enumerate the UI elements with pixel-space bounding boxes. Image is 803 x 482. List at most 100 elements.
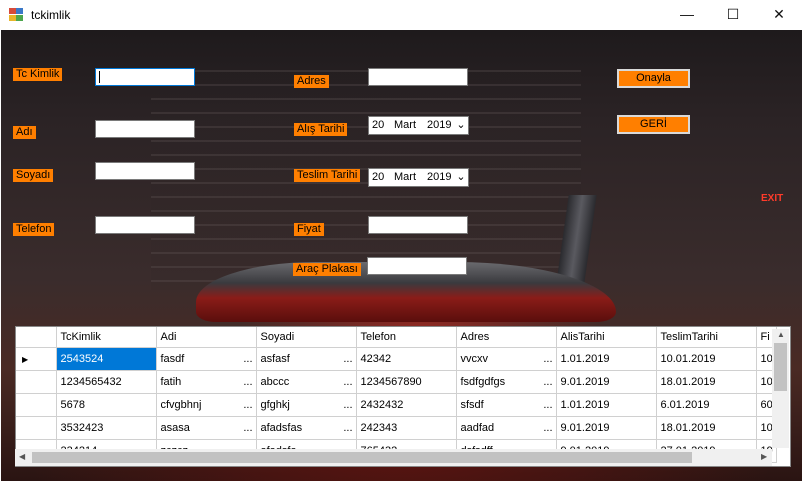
table-cell[interactable]: 2543524 (56, 347, 157, 371)
cell-ellipsis: ... (343, 422, 353, 434)
row-selector[interactable]: ▶ (16, 347, 57, 371)
table-cell[interactable]: 242343 (356, 416, 457, 440)
onayla-button[interactable]: Onayla (617, 69, 690, 88)
table-cell[interactable]: afadsfas... (256, 416, 357, 440)
soyadi-label: Soyadı (13, 169, 54, 182)
table-row[interactable]: ▶ 2543524 fasdf... asfasf... 42342 vvcxv… (16, 347, 777, 371)
vertical-scroll-thumb[interactable] (774, 343, 787, 391)
cell-ellipsis: ... (543, 376, 553, 388)
table-row[interactable]: 1234565432 fatih... abccc... 1234567890 … (16, 370, 777, 394)
table-cell[interactable]: cfvgbhnj... (156, 393, 257, 417)
horizontal-scroll-thumb[interactable] (32, 452, 692, 463)
telefon-input[interactable] (95, 216, 195, 234)
telefon-label: Telefon (13, 223, 55, 236)
row-selector[interactable] (16, 370, 57, 394)
alis-tarihi-picker[interactable]: 20 Mart 2019 ⌄ (368, 116, 469, 135)
chevron-down-icon[interactable]: ⌄ (454, 169, 468, 186)
adres-input[interactable] (368, 68, 468, 86)
table-cell[interactable]: 10.01.2019 (656, 347, 757, 371)
table-cell[interactable]: 1.01.2019 (556, 347, 657, 371)
data-grid[interactable]: TcKimlik Adi Soyadi Telefon Adres AlisTa… (15, 326, 791, 467)
cell-ellipsis: ... (343, 399, 353, 411)
table-cell[interactable]: 1234567890 (356, 370, 457, 394)
table-cell[interactable]: 2432432 (356, 393, 457, 417)
table-cell[interactable]: 1.01.2019 (556, 393, 657, 417)
close-button[interactable]: ✕ (756, 0, 802, 30)
row-selector[interactable] (16, 393, 57, 417)
table-cell[interactable]: 42342 (356, 347, 457, 371)
title-bar: tckimlik — ☐ ✕ (0, 0, 803, 30)
cell-ellipsis: ... (243, 422, 253, 434)
table-cell[interactable]: asasa... (156, 416, 257, 440)
fiyat-input[interactable] (368, 216, 468, 234)
table-cell[interactable]: 18.01.2019 (656, 416, 757, 440)
column-header-telefon[interactable]: Telefon (356, 327, 457, 348)
column-header-alistarihi[interactable]: AlisTarihi (556, 327, 657, 348)
teslim-tarihi-picker[interactable]: 20 Mart 2019 ⌄ (368, 168, 469, 187)
adi-input[interactable] (95, 120, 195, 138)
scroll-right-icon[interactable]: ▶ (761, 452, 767, 461)
cell-ellipsis: ... (343, 376, 353, 388)
maximize-button[interactable]: ☐ (710, 0, 756, 30)
table-cell[interactable]: 9.01.2019 (556, 416, 657, 440)
table-row[interactable]: 5678 cfvgbhnj... gfghkj... 2432432 sfsdf… (16, 393, 777, 417)
geri-button[interactable]: GERİ (617, 115, 690, 134)
grid-corner[interactable] (16, 327, 57, 348)
cell-text: afadsfas (260, 422, 303, 434)
table-cell[interactable]: fasdf... (156, 347, 257, 371)
table-cell[interactable]: sfsdf... (456, 393, 557, 417)
table-cell[interactable]: 5678 (56, 393, 157, 417)
tc-kimlik-label: Tc Kimlik (13, 68, 63, 81)
table-row[interactable]: 3532423 asasa... afadsfas... 242343 aadf… (16, 416, 777, 440)
table-cell[interactable]: 18.01.2019 (656, 370, 757, 394)
app-icon (9, 8, 23, 21)
teslim-day: 20 (372, 171, 385, 183)
table-cell[interactable]: 3532423 (56, 416, 157, 440)
arac-plakasi-input[interactable] (367, 257, 467, 275)
arac-plakasi-label: Araç Plakası (293, 263, 361, 276)
grid-header-row: TcKimlik Adi Soyadi Telefon Adres AlisTa… (16, 327, 777, 348)
table-cell[interactable]: fsdfgdfgs... (456, 370, 557, 394)
table-cell[interactable]: 6.01.2019 (656, 393, 757, 417)
exit-sign: EXIT (761, 193, 784, 204)
text-caret (99, 71, 100, 83)
cell-text: cfvgbhnj (160, 399, 202, 411)
column-header-adres[interactable]: Adres (456, 327, 557, 348)
alis-tarihi-label: Alış Tarihi (294, 123, 348, 136)
table-cell[interactable]: asfasf... (256, 347, 357, 371)
cell-ellipsis: ... (343, 353, 353, 365)
table-cell[interactable]: aadfad... (456, 416, 557, 440)
table-cell[interactable]: abccc... (256, 370, 357, 394)
horizontal-scrollbar[interactable]: ◀ ▶ (15, 449, 772, 466)
cell-text: abccc (260, 376, 290, 388)
tc-kimlik-input[interactable] (95, 68, 195, 86)
column-header-adi[interactable]: Adi (156, 327, 257, 348)
row-selector[interactable] (16, 416, 57, 440)
column-header-tckimlik[interactable]: TcKimlik (56, 327, 157, 348)
table-cell[interactable]: gfghkj... (256, 393, 357, 417)
table-cell[interactable]: 9.01.2019 (556, 370, 657, 394)
teslim-year: 2019 (427, 171, 452, 183)
cell-ellipsis: ... (243, 353, 253, 365)
cell-ellipsis: ... (543, 353, 553, 365)
table-cell[interactable]: 1234565432 (56, 370, 157, 394)
table-cell[interactable]: fatih... (156, 370, 257, 394)
vertical-scrollbar[interactable]: ▲ (772, 329, 789, 448)
scroll-up-icon[interactable]: ▲ (777, 330, 785, 339)
cell-text: fatih (160, 376, 182, 388)
cell-text: gfghkj (260, 399, 290, 411)
column-header-soyadi[interactable]: Soyadi (256, 327, 357, 348)
minimize-button[interactable]: — (664, 0, 710, 30)
cell-text: aadfad (460, 422, 495, 434)
cell-text: fasdf (160, 353, 185, 365)
cell-ellipsis: ... (243, 399, 253, 411)
chevron-down-icon[interactable]: ⌄ (454, 117, 468, 134)
soyadi-input[interactable] (95, 162, 195, 180)
column-header-teslimtarihi[interactable]: TeslimTarihi (656, 327, 757, 348)
cell-text: asfasf (260, 353, 290, 365)
cell-ellipsis: ... (543, 399, 553, 411)
table-cell[interactable]: vvcxv... (456, 347, 557, 371)
cell-text: asasa (160, 422, 190, 434)
scroll-left-icon[interactable]: ◀ (19, 452, 25, 461)
cell-text: fsdfgdfgs (460, 376, 506, 388)
